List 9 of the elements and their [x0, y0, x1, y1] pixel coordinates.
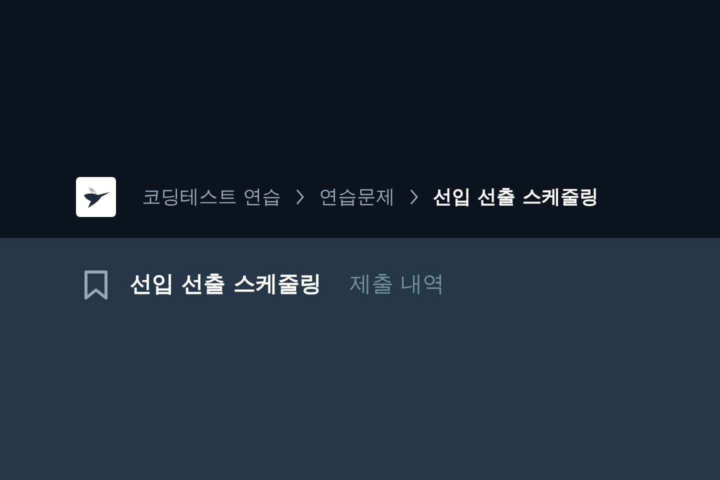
breadcrumb-link[interactable]: 선입 선출 스케줄링 — [433, 182, 598, 212]
chevron-right-icon — [409, 189, 420, 205]
tab[interactable]: 제출 내역 — [349, 268, 444, 301]
breadcrumb-link[interactable]: 연습문제 — [319, 182, 396, 212]
tab[interactable]: 선입 선출 스케줄링 — [130, 268, 322, 301]
bookmark-icon[interactable] — [82, 268, 110, 300]
hummingbird-logo-icon[interactable] — [76, 177, 116, 217]
chevron-right-icon — [295, 189, 306, 205]
breadcrumb-link[interactable]: 코딩테스트 연습 — [142, 182, 282, 212]
